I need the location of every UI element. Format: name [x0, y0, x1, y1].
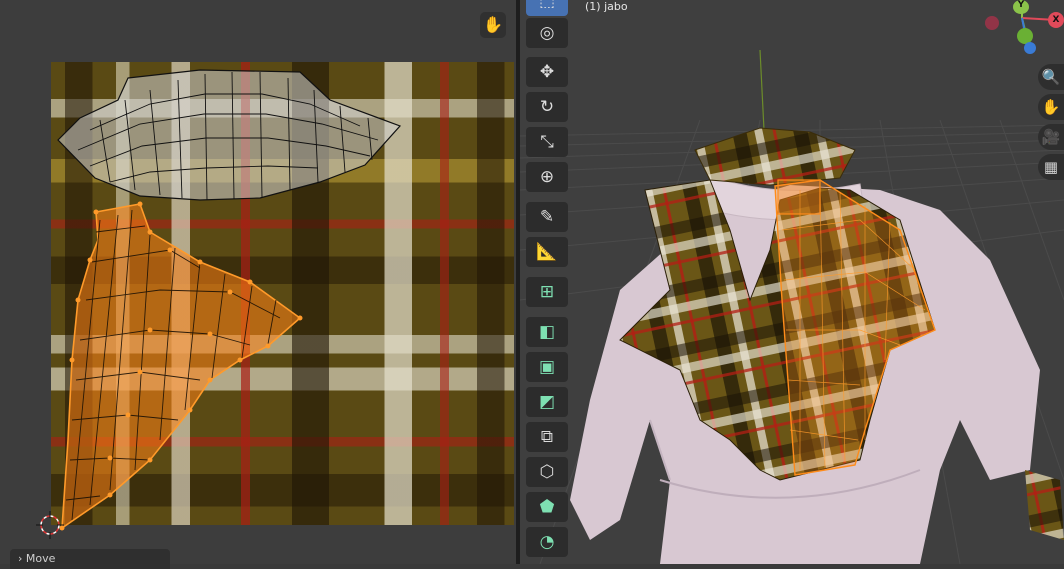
annotate-icon[interactable]: ✎: [526, 202, 568, 232]
cursor-icon[interactable]: ◎: [526, 18, 568, 48]
uv-editor-area[interactable]: ✋: [0, 0, 516, 564]
inset-icon[interactable]: ▣: [526, 352, 568, 382]
zoom-icon[interactable]: 🔍: [1038, 64, 1064, 90]
select-box-icon[interactable]: ⬚: [526, 0, 568, 16]
gizmo-y-axis[interactable]: Y: [1013, 0, 1029, 14]
3d-viewport[interactable]: [520, 0, 1064, 564]
active-object-label: (1) jabo: [585, 0, 628, 13]
uv-island-collar[interactable]: [57, 69, 402, 201]
bevel-icon[interactable]: ◩: [526, 387, 568, 417]
tool-shelf: ⬚ ◎ ✥ ↻ ⤡ ⊕ ✎ 📐 ⊞ ◧ ▣ ◩ ⧉ ⬡ ⬟ ◔: [526, 0, 568, 564]
viewport-scene: [520, 49, 1064, 564]
transform-icon[interactable]: ⊕: [526, 162, 568, 192]
measure-icon[interactable]: 📐: [526, 237, 568, 267]
move-icon[interactable]: ✥: [526, 57, 568, 87]
last-operator-label: Move: [25, 552, 56, 565]
spin-icon[interactable]: ◔: [526, 527, 568, 557]
add-cube-icon[interactable]: ⊞: [526, 277, 568, 307]
uv-island-jabot-selected[interactable]: [59, 201, 303, 531]
chevron-right-icon: ›: [18, 552, 23, 565]
knife-icon[interactable]: ⬡: [526, 457, 568, 487]
rotate-icon[interactable]: ↻: [526, 92, 568, 122]
loop-cut-icon[interactable]: ⧉: [526, 422, 568, 452]
camera-icon[interactable]: 🎥: [1038, 124, 1064, 150]
scale-icon[interactable]: ⤡: [526, 127, 568, 157]
extrude-icon[interactable]: ◧: [526, 317, 568, 347]
last-operator-panel[interactable]: › Move: [10, 549, 170, 569]
grid-perspective-icon[interactable]: ▦: [1038, 154, 1064, 180]
gizmo-x-axis[interactable]: X: [1048, 12, 1064, 28]
uv-mesh-overlay[interactable]: [0, 0, 516, 564]
pan-hand-icon[interactable]: ✋: [1038, 94, 1064, 120]
uv-2d-cursor[interactable]: [36, 511, 64, 539]
poly-build-icon[interactable]: ⬟: [526, 492, 568, 522]
gizmo-neg-z-axis[interactable]: [1024, 42, 1036, 54]
pan-hand-icon[interactable]: ✋: [480, 12, 506, 38]
